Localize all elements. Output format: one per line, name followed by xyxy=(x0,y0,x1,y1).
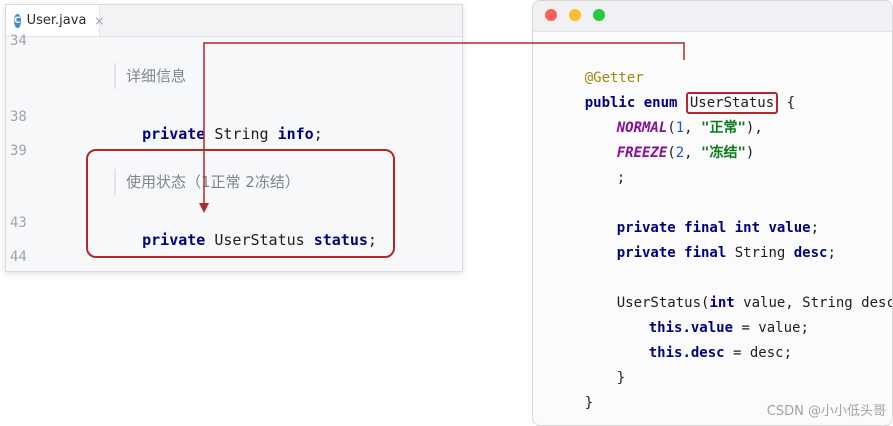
code-semicolon: ; xyxy=(616,170,626,186)
code-constructor: UserStatus(int value, String desc) { xyxy=(616,295,892,311)
line-number-gutter: 34 38 39 43 44 xyxy=(6,33,70,271)
editor-tab-bar: C User.java × xyxy=(6,5,462,37)
code-annotation: @Getter xyxy=(584,70,644,86)
code-close-brace: } xyxy=(616,370,626,386)
close-window-button[interactable] xyxy=(545,9,557,21)
tab-label: User.java xyxy=(26,13,87,28)
code-field-value: private final int value; xyxy=(616,220,820,236)
code-assign-value: this.value = value; xyxy=(648,320,809,336)
window-titlebar xyxy=(533,1,892,32)
line-number: 38 xyxy=(10,109,27,125)
code-enum-normal: NORMAL(1, "正常"), xyxy=(616,120,763,136)
code-window: @Getter public enum UserStatus { NORMAL(… xyxy=(532,0,893,426)
close-icon[interactable]: × xyxy=(94,14,104,28)
code-assign-desc: this.desc = desc; xyxy=(648,345,793,361)
line-number: 39 xyxy=(10,143,27,159)
minimize-window-button[interactable] xyxy=(569,9,581,21)
line-number: 43 xyxy=(10,215,27,231)
code-field-desc: private final String desc; xyxy=(616,245,836,261)
java-class-icon: C xyxy=(14,13,21,28)
watermark: CSDN @小小低头哥 xyxy=(766,404,886,419)
line-number: 34 xyxy=(10,33,27,49)
code-enum-declaration: public enum UserStatus { xyxy=(551,73,795,114)
doc-comment-info: 详细信息 xyxy=(114,63,186,89)
code-enum-freeze: FREEZE(2, "冻结") xyxy=(616,145,755,161)
code-close-brace: } xyxy=(584,395,594,411)
status-highlight-box xyxy=(86,149,395,258)
tab-user-java[interactable]: C User.java × xyxy=(6,5,104,36)
zoom-window-button[interactable] xyxy=(593,9,605,21)
ide-editor: C User.java × 34 38 39 43 44 详细信息 privat… xyxy=(5,4,463,272)
line-number: 44 xyxy=(10,249,27,265)
